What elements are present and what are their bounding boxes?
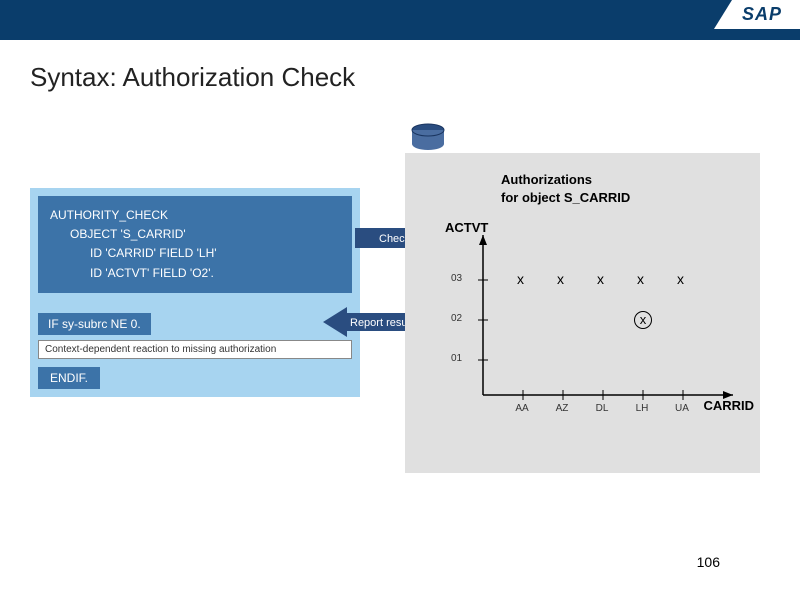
x-tick-lh: LH <box>631 403 653 414</box>
y-tick-02: 02 <box>451 313 462 324</box>
logo-container: SAP <box>714 0 800 29</box>
database-icon <box>410 123 446 156</box>
chart-axes <box>473 235 743 415</box>
code-line-4: ID 'ACTVT' FIELD 'O2'. <box>50 264 340 283</box>
chart-title-line1: Authorizations <box>501 171 744 189</box>
chart-title: Authorizations for object S_CARRID <box>501 171 744 207</box>
authority-check-block: AUTHORITY_CHECK OBJECT 'S_CARRID' ID 'CA… <box>38 196 352 293</box>
code-line-1: AUTHORITY_CHECK <box>50 206 340 225</box>
data-point: x <box>677 271 684 287</box>
code-line-3: ID 'CARRID' FIELD 'LH' <box>50 244 340 263</box>
data-point: x <box>597 271 604 287</box>
page-number: 106 <box>697 554 720 570</box>
code-panel: AUTHORITY_CHECK OBJECT 'S_CARRID' ID 'CA… <box>30 188 360 397</box>
data-point: x <box>557 271 564 287</box>
if-statement: IF sy-subrc NE 0. <box>38 313 151 335</box>
y-tick-01: 01 <box>451 353 462 364</box>
data-point: x <box>637 271 644 287</box>
x-tick-dl: DL <box>591 403 613 414</box>
header-bar: SAP <box>0 0 800 40</box>
x-tick-az: AZ <box>551 403 573 414</box>
endif-statement: ENDIF. <box>38 367 100 389</box>
x-axis-label: CARRID <box>703 398 754 413</box>
x-tick-ua: UA <box>671 403 693 414</box>
y-axis-label: ACTVT <box>445 220 488 235</box>
chart-area: ACTVT 03 02 01 AA AZ DL <box>421 225 744 435</box>
code-line-2: OBJECT 'S_CARRID' <box>50 225 340 244</box>
x-tick-aa: AA <box>511 403 533 414</box>
page-title: Syntax: Authorization Check <box>30 62 800 93</box>
sap-logo: SAP <box>742 4 782 24</box>
chart-title-line2: for object S_CARRID <box>501 189 744 207</box>
data-point: x <box>517 271 524 287</box>
chart-panel: Authorizations for object S_CARRID ACTVT… <box>405 153 760 473</box>
y-tick-03: 03 <box>451 273 462 284</box>
context-comment: Context-dependent reaction to missing au… <box>38 340 352 359</box>
